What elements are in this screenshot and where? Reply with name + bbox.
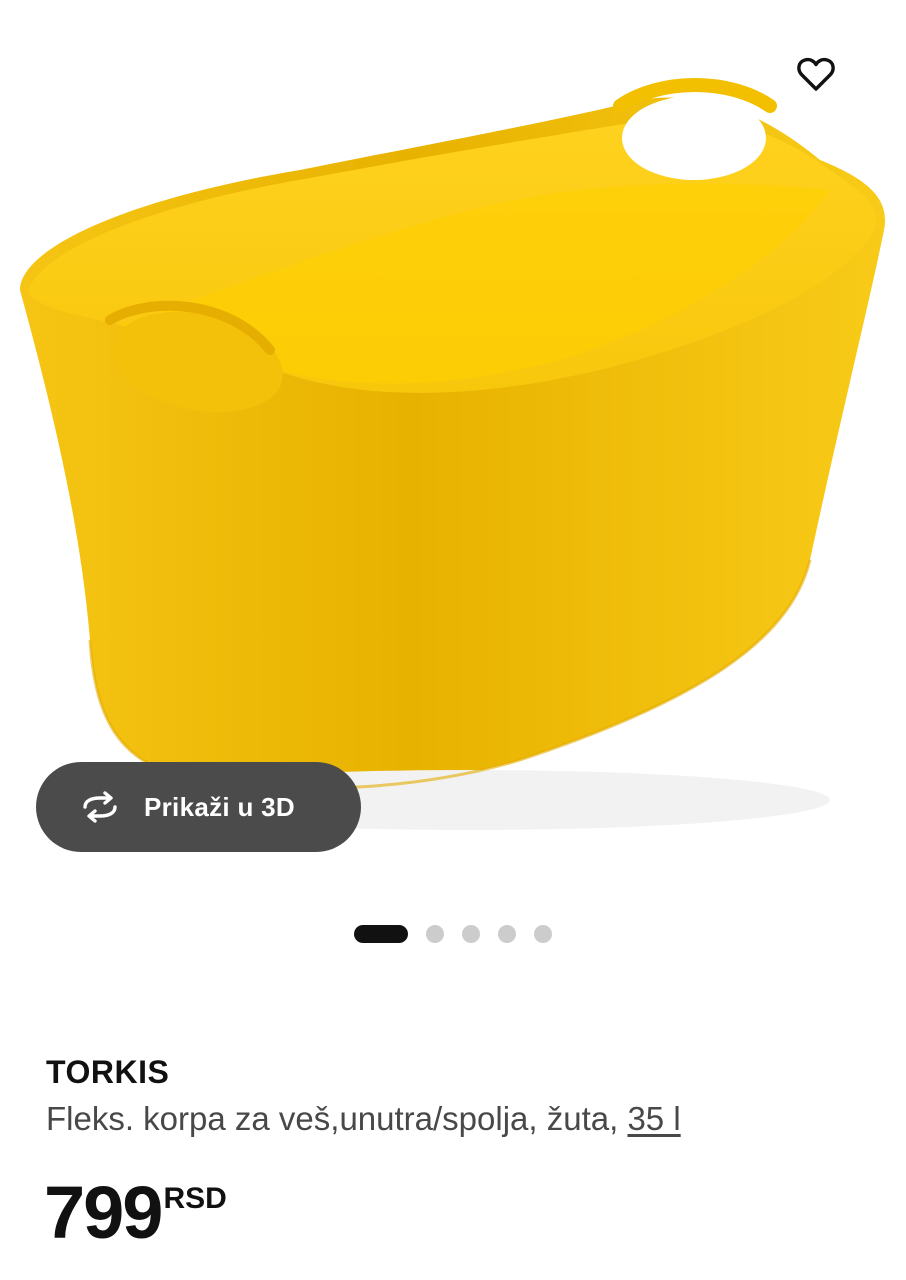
price-amount: 799 xyxy=(44,1171,163,1254)
product-price: 799 RSD xyxy=(44,1176,227,1250)
product-image-gallery[interactable]: Prikaži u 3D xyxy=(0,0,906,900)
carousel-dot[interactable] xyxy=(426,925,444,943)
carousel-dot[interactable] xyxy=(462,925,480,943)
favorite-button[interactable] xyxy=(786,44,846,104)
size-link[interactable]: 35 l xyxy=(627,1100,680,1137)
view-3d-button[interactable]: Prikaži u 3D xyxy=(36,762,361,852)
carousel-dot[interactable] xyxy=(498,925,516,943)
carousel-dot-active[interactable] xyxy=(354,925,408,943)
product-description-text: Fleks. korpa za veš,unutra/spolja, žuta, xyxy=(46,1100,628,1137)
carousel-dot[interactable] xyxy=(534,925,552,943)
rotate-3d-icon xyxy=(76,787,124,827)
product-name: TORKIS xyxy=(46,1054,170,1090)
product-description: Fleks. korpa za veš,unutra/spolja, žuta,… xyxy=(46,1100,681,1138)
image-carousel-indicator xyxy=(354,924,570,944)
product-page: Prikaži u 3D TORKIS Fleks. korpa za veš,… xyxy=(0,0,906,1280)
view-3d-label: Prikaži u 3D xyxy=(144,791,295,822)
price-currency: RSD xyxy=(163,1182,227,1215)
heart-icon xyxy=(797,57,835,91)
